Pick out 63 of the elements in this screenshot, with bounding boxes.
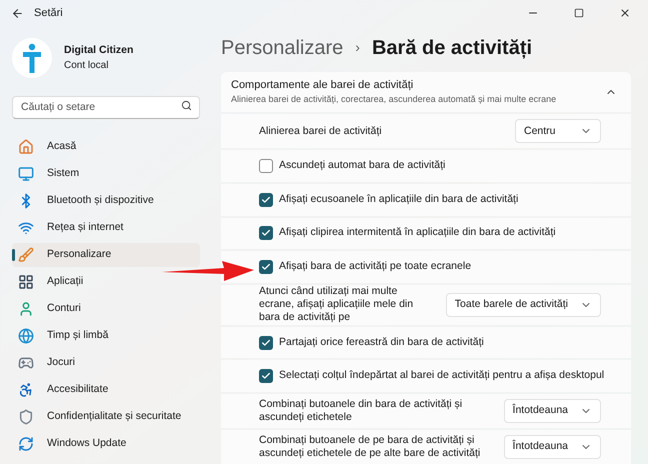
sidebar-item[interactable]: Conturi [12,296,200,320]
checkmark-icon [261,194,271,205]
close-icon [619,7,631,19]
sidebar-item[interactable]: Sistem [12,162,200,186]
sidebar-item[interactable]: Accesibilitate [12,378,200,402]
checkbox-label: Afișați bara de activități pe toate ecranele [279,258,472,274]
sidebar-item[interactable]: Confidențialitate și securitate [12,404,200,428]
checkmark-icon [261,262,271,272]
setting-label: Alinierea barei de activități [259,124,383,138]
checkmark-icon [261,228,271,238]
checkbox-label: Ascundeți automat bara de activități [279,158,446,174]
update-icon [18,436,34,452]
dropdown[interactable]: Întotdeauna [504,398,601,423]
sidebar-item[interactable]: Rețea și internet [12,216,200,240]
search-icon [181,100,192,111]
account-name: Digital Citizen [64,42,134,58]
dropdown[interactable]: Întotdeauna [504,434,601,459]
checkbox[interactable] [259,260,273,274]
checkbox[interactable] [259,369,273,384]
sidebar-item[interactable]: Personalizare [12,242,200,266]
sidebar-item[interactable]: Bluetooth și dispozitive [12,188,200,212]
sidebar-item[interactable]: Timp și limbă [12,324,200,348]
maximize-icon [574,8,584,18]
window-title: Setări [34,6,63,21]
sidebar-item[interactable]: Acasă [12,134,200,158]
shield-icon [18,408,34,424]
checkbox[interactable] [259,226,273,240]
wifi-icon [18,220,34,236]
monitor-icon [18,166,34,182]
apps-icon [18,274,34,290]
dropdown[interactable]: Toate barele de activități [446,292,601,317]
sidebar-item[interactable]: Aplicații [12,270,200,294]
setting-label: Combinați butoanele de pe bara de activități și ascundeți etichetele de pe alte bare de activități [259,434,482,460]
search-field[interactable]: Căutați o setare [12,96,200,118]
section-header[interactable]: Comportamente ale barei de activități Alinierea barei de activități, corectarea, ascunderea automată și mai multe ecrane [221,72,631,112]
gamepad-icon [18,354,34,370]
checkbox[interactable] [259,192,273,207]
sidebar-item[interactable]: Windows Update [12,432,200,456]
sidebar-item[interactable]: Jocuri [12,350,200,374]
brush-icon [18,246,34,262]
section-title: Comportamente ale barei de activități [231,78,414,93]
accessibility-icon [18,382,34,398]
checkmark-icon [261,338,271,348]
person-figure-icon [23,43,41,73]
setting-label: Atunci când utilizați mai multe ecrane, afișați aplicațiile mele din bara de activități pe [259,285,414,324]
home-icon [18,138,34,154]
checkbox[interactable] [259,336,273,350]
checkbox-label: Selectați colțul îndepărtat al barei de activități pentru a afișa desktopul [279,368,604,384]
globe-icon [18,328,34,344]
checkbox-label: Partajați orice fereastră din bara de activități [279,334,484,350]
checkmark-icon [261,371,271,382]
account-type: Cont local [64,59,110,74]
breadcrumb-separator: › [355,38,360,58]
checkbox-label: Afișați ecusoanele în aplicațiile din bara de activități [279,192,518,207]
back-arrow-icon [10,6,24,20]
checkbox[interactable] [259,159,273,174]
user-icon [18,300,34,316]
section-subtitle: Alinierea barei de activități, corectarea, ascunderea automată și mai multe ecrane [231,93,558,106]
setting-label: Combinați butoanele din bara de activități și ascundeți etichetele [259,398,464,424]
page-title: Bară de activități [372,36,532,61]
breadcrumb-parent[interactable]: Personalizare [221,32,344,63]
dropdown[interactable]: Centru [515,119,601,144]
checkbox-label: Afișați clipirea intermitentă în aplicațiile din bara de activități [279,225,556,240]
